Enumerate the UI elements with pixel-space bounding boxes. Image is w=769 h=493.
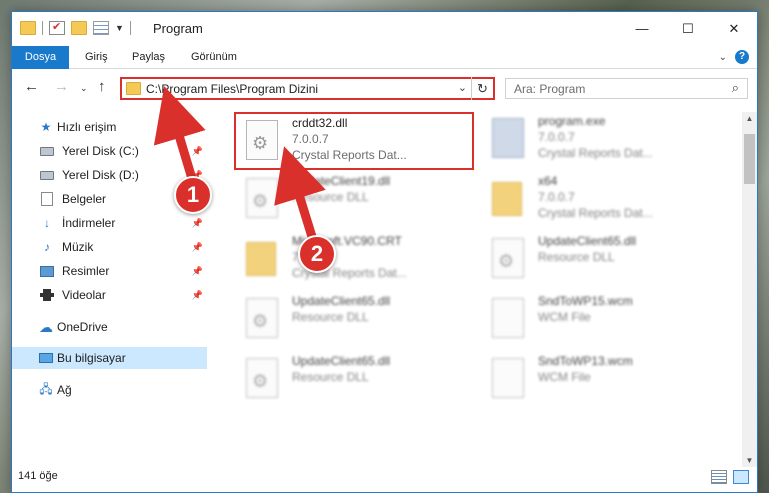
arrow-to-address-bar	[153, 86, 206, 184]
arrow-to-dll-file	[274, 146, 326, 242]
annotation-arrows	[153, 86, 326, 242]
annotation-marker-2: 2	[298, 235, 336, 273]
annotation-marker-1: 1	[174, 176, 212, 214]
